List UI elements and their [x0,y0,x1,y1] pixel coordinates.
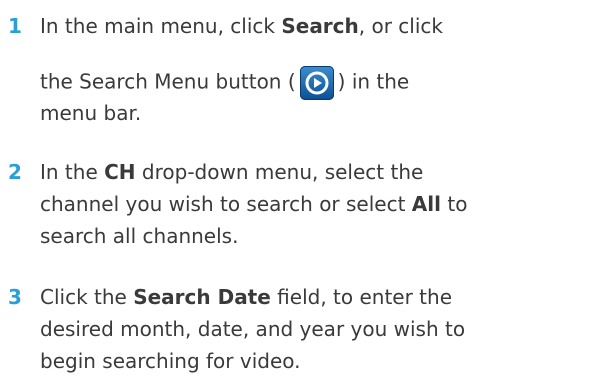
menu-term-all: All [411,192,441,216]
text-segment: drop-down menu, select the [135,160,424,184]
step-text-line: desired month, date, and year you wish t… [40,317,466,341]
text-segment: the Search Menu button ( [40,69,296,94]
text-segment: channel you wish to search or select [40,192,412,216]
instruction-steps: 1 In the main menu, click Search, or cli… [0,0,615,386]
text-segment: ) in the [337,69,410,94]
text-segment: to [441,192,468,216]
text-segment: field, to enter the [270,285,453,309]
menu-term-search-date: Search Date [133,285,271,309]
text-segment: , or click [358,14,443,38]
step-text-line: the Search Menu button ( ) in the [40,66,409,100]
step-text-line: begin searching for video. [40,349,301,373]
step-number: 1 [8,14,22,38]
text-segment: Click the [40,285,134,309]
step-text-line: In the main menu, click Search, or click [40,14,443,38]
menu-term-ch: CH [104,160,136,184]
step-text-line: search all channels. [40,224,239,248]
text-segment: In the main menu, click [40,14,282,38]
step-number: 3 [8,285,22,309]
menu-term-search: Search [281,14,359,38]
step-text-line: menu bar. [40,101,142,125]
step-text-line: In the CH drop-down menu, select the [40,160,423,184]
text-segment: In the [40,160,105,184]
step-number: 2 [8,160,22,184]
search-menu-play-icon [299,66,334,100]
step-text-line: channel you wish to search or select All… [40,192,467,216]
step-text-line: Click the Search Date field, to enter th… [40,285,452,309]
